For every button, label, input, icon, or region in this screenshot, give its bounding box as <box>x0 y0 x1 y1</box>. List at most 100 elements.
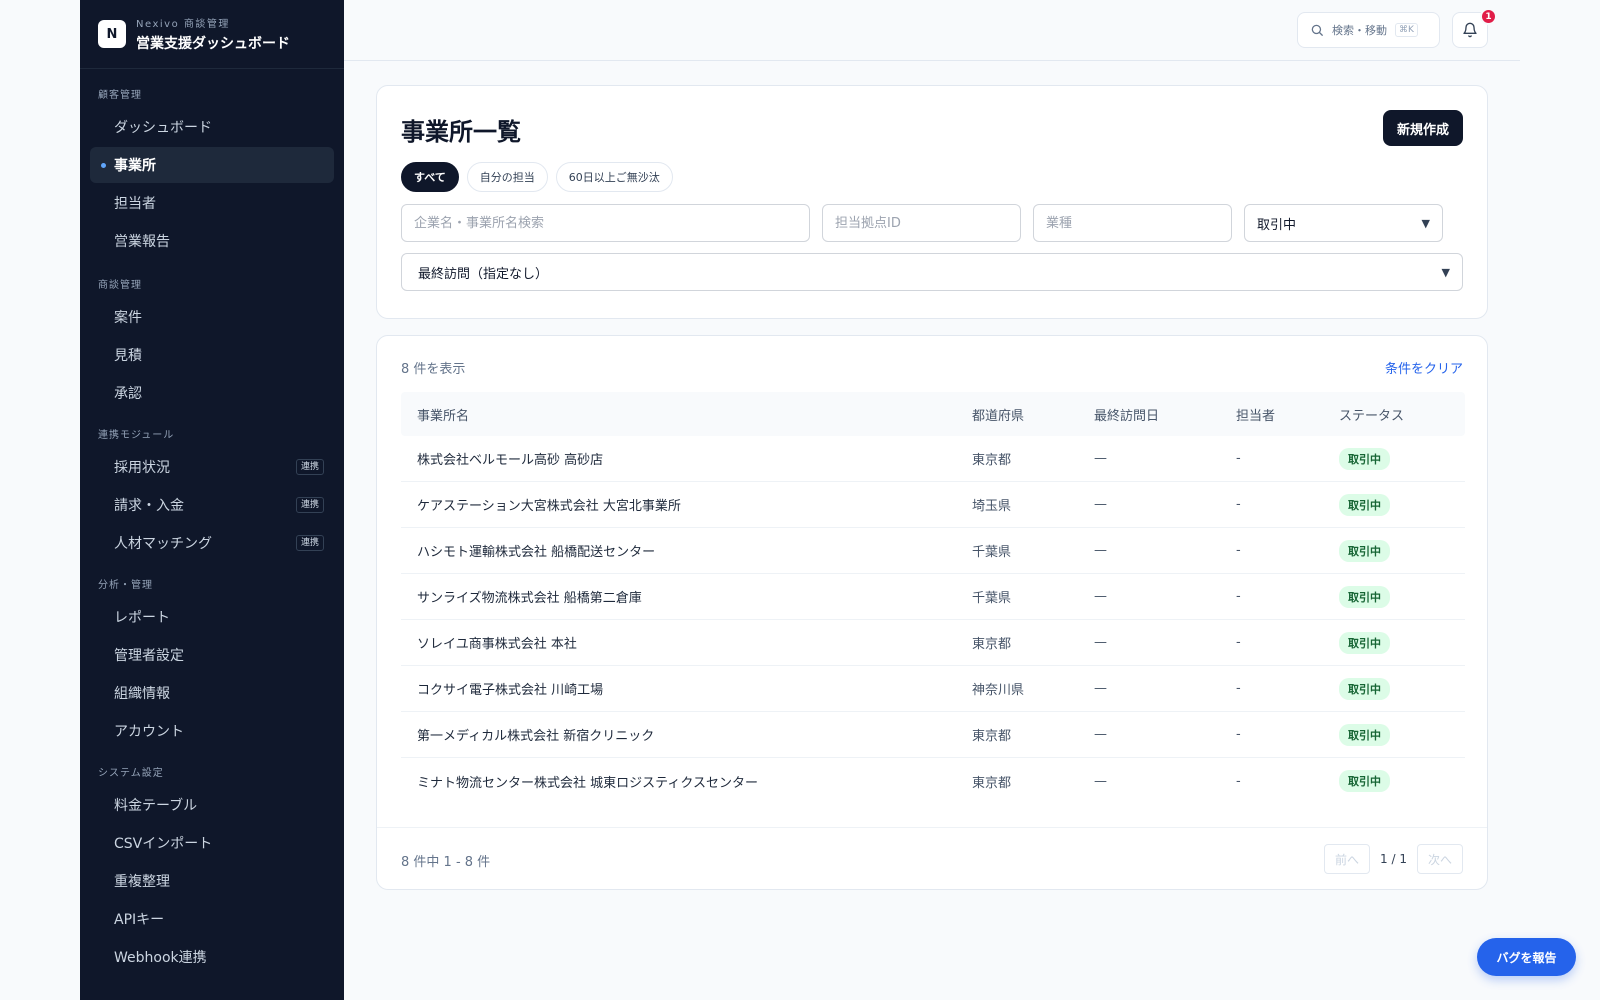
sidebar-item[interactable]: CSVインポート <box>90 825 334 861</box>
next-page-button[interactable]: 次へ <box>1417 844 1463 874</box>
sidebar-item[interactable]: 担当者 <box>90 185 334 221</box>
office-name-search-input[interactable] <box>401 204 810 242</box>
table-cell: - <box>1236 681 1241 696</box>
table-footer: 8 件中 1 - 8 件 前へ 1 / 1 次へ <box>377 827 1487 891</box>
filter-chip[interactable]: すべて <box>401 162 459 192</box>
table-cell: - <box>1236 543 1241 558</box>
status-cell: 取引中 <box>1339 482 1390 527</box>
clear-filters-link[interactable]: 条件をクリア <box>1385 358 1463 377</box>
column-header: 都道府県 <box>972 408 1025 424</box>
sidebar-item-label: 採用状況 <box>114 460 170 476</box>
pagination-range: 8 件中 1 - 8 件 <box>401 855 491 870</box>
sidebar-section-label: 連携モジュール <box>98 430 175 441</box>
last-visit-select[interactable]: 最終訪問（指定なし） ▼ <box>401 253 1463 291</box>
table-row[interactable]: ソレイユ商事株式会社 本社 東京都 — - 取引中 <box>401 620 1465 666</box>
sidebar-item[interactable]: 人材マッチング 連携 <box>90 525 334 561</box>
sidebar-item[interactable]: 営業報告 <box>90 223 334 259</box>
sidebar-item[interactable]: 事業所 <box>90 147 334 183</box>
table-cell: 千葉県 <box>972 591 1012 606</box>
topbar: 検索・移動 ⌘K 1 <box>344 0 1520 61</box>
integration-badge: 連携 <box>295 535 324 551</box>
pagination: 前へ 1 / 1 次へ <box>1324 844 1463 874</box>
status-cell: 取引中 <box>1339 574 1390 619</box>
brand-logo: N <box>98 20 126 48</box>
sidebar-item[interactable]: 見積 <box>90 337 334 373</box>
filter-chips: すべて 自分の担当 60日以上ご無沙汰 <box>401 162 673 192</box>
bell-icon <box>1463 22 1477 38</box>
table-cell: コクサイ電子株式会社 川崎工場 <box>417 683 604 698</box>
status-select[interactable]: 取引中 ▼ <box>1244 204 1443 242</box>
sidebar-item[interactable]: 請求・入金 連携 <box>90 487 334 523</box>
sidebar-item[interactable]: 料金テーブル <box>90 787 334 823</box>
table-cell: — <box>1094 451 1107 466</box>
status-badge: 取引中 <box>1339 585 1390 608</box>
report-bug-button[interactable]: バグを報告 <box>1477 938 1576 976</box>
sidebar-item[interactable]: Webhook連携 <box>90 939 334 975</box>
sidebar-item-label: 組織情報 <box>114 686 170 702</box>
sidebar-item-label: 料金テーブル <box>114 798 198 814</box>
sidebar-item[interactable]: 案件 <box>90 299 334 335</box>
prev-page-button[interactable]: 前へ <box>1324 844 1371 874</box>
table-cell: - <box>1236 635 1241 650</box>
notification-count-badge: 1 <box>1480 8 1497 25</box>
filter-chip[interactable]: 60日以上ご無沙汰 <box>555 162 673 192</box>
table-row[interactable]: ミナト物流センター株式会社 城東ロジスティクスセンター 東京都 — - 取引中 <box>401 758 1465 804</box>
table-row[interactable]: 第一メディカル株式会社 新宿クリニック 東京都 — - 取引中 <box>401 712 1465 758</box>
table-cell: — <box>1094 773 1107 789</box>
status-badge: 取引中 <box>1339 493 1390 516</box>
sidebar-item[interactable]: 管理者設定 <box>90 637 334 673</box>
table-row[interactable]: 株式会社ベルモール高砂 高砂店 東京都 — - 取引中 <box>401 436 1465 482</box>
base-id-input[interactable] <box>822 204 1021 242</box>
brand[interactable]: N Nexivo 商談管理 営業支援ダッシュボード <box>80 0 344 69</box>
filter-card: 事業所一覧 新規作成 すべて自分の担当60日以上ご無沙汰 取引中 ▼ 最終訪問（… <box>376 85 1488 319</box>
sidebar-item-label: 事業所 <box>114 158 156 174</box>
sidebar-item-label: 承認 <box>114 386 142 402</box>
sidebar-item[interactable]: レポート <box>90 599 334 635</box>
status-badge: 取引中 <box>1339 447 1390 470</box>
industry-input[interactable] <box>1033 204 1232 242</box>
status-cell: 取引中 <box>1339 712 1390 757</box>
search-label: 検索・移動 <box>1332 24 1387 37</box>
status-badge: 取引中 <box>1339 677 1390 700</box>
column-header: 最終訪問日 <box>1094 408 1160 424</box>
table-row[interactable]: ハシモト運輸株式会社 船橋配送センター 千葉県 — - 取引中 <box>401 528 1465 574</box>
sidebar-item[interactable]: 重複整理 <box>90 863 334 899</box>
table-cell: 東京都 <box>972 729 1012 744</box>
filter-chip[interactable]: 自分の担当 <box>466 162 548 192</box>
result-count: 8 件を表示 <box>401 362 466 377</box>
status-cell: 取引中 <box>1339 620 1390 665</box>
global-search-button[interactable]: 検索・移動 ⌘K <box>1297 12 1440 48</box>
sidebar-item[interactable]: 承認 <box>90 375 334 411</box>
sidebar-item[interactable]: APIキー <box>90 901 334 937</box>
sidebar-item-label: 請求・入金 <box>114 498 184 514</box>
search-shortcut: ⌘K <box>1395 23 1418 37</box>
brand-title: 営業支援ダッシュボード <box>136 36 290 52</box>
table-row[interactable]: コクサイ電子株式会社 川崎工場 神奈川県 — - 取引中 <box>401 666 1465 712</box>
notification-button[interactable]: 1 <box>1452 8 1497 48</box>
table-row[interactable]: サンライズ物流株式会社 船橋第二倉庫 千葉県 — - 取引中 <box>401 574 1465 620</box>
sidebar-item[interactable]: 組織情報 <box>90 675 334 711</box>
column-header: ステータス <box>1339 408 1405 424</box>
sidebar-item[interactable]: ダッシュボード <box>90 109 334 145</box>
new-office-button[interactable]: 新規作成 <box>1383 110 1463 146</box>
sidebar-item-label: ダッシュボード <box>114 120 212 136</box>
table-cell: 株式会社ベルモール高砂 高砂店 <box>417 453 604 468</box>
chevron-down-icon: ▼ <box>1441 265 1450 279</box>
status-cell: 取引中 <box>1339 666 1390 711</box>
sidebar-section-label: システム設定 <box>98 768 164 779</box>
table-row[interactable]: ケアステーション大宮株式会社 大宮北事業所 埼玉県 — - 取引中 <box>401 482 1465 528</box>
sidebar-item[interactable]: 採用状況 連携 <box>90 449 334 485</box>
sidebar-item[interactable]: アカウント <box>90 713 334 749</box>
table-cell: — <box>1094 543 1107 558</box>
table-cell: 埼玉県 <box>972 499 1012 514</box>
sidebar-item-label: Webhook連携 <box>114 950 207 966</box>
table-cell: — <box>1094 497 1107 512</box>
sidebar-item-label: 管理者設定 <box>114 648 184 664</box>
integration-badge: 連携 <box>295 459 324 475</box>
sidebar-item-label: 営業報告 <box>114 234 170 250</box>
sidebar-section-label: 商談管理 <box>98 280 142 291</box>
table-cell: - <box>1236 773 1241 789</box>
status-cell: 取引中 <box>1339 528 1390 573</box>
table-cell: - <box>1236 497 1241 512</box>
sidebar-item-label: 人材マッチング <box>114 536 212 552</box>
